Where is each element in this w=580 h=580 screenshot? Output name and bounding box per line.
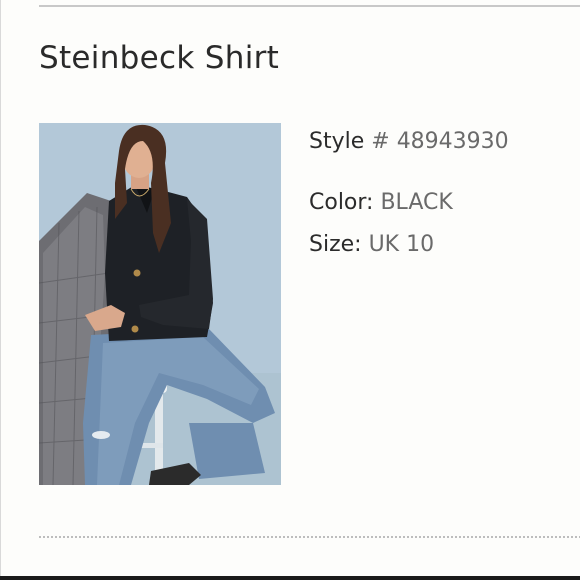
- color-row: Color: BLACK: [309, 189, 453, 217]
- product-photo-illustration: [39, 123, 281, 485]
- style-number: 48943930: [396, 129, 509, 154]
- style-row: Style # 48943930: [309, 128, 509, 156]
- size-value: UK 10: [368, 232, 435, 257]
- product-title: Steinbeck Shirt: [39, 40, 280, 76]
- product-card: Steinbeck Shirt Style # 48943930 Color: …: [0, 0, 580, 580]
- bottom-edge-bar: [0, 576, 580, 580]
- style-label: Style: [309, 129, 365, 154]
- color-value: BLACK: [380, 190, 453, 215]
- style-number-symbol: #: [364, 129, 397, 154]
- product-photo[interactable]: [39, 123, 281, 485]
- size-row: Size: UK 10: [309, 231, 434, 259]
- bottom-divider: [39, 536, 580, 538]
- size-label: Size:: [309, 232, 369, 257]
- color-label: Color:: [309, 190, 381, 215]
- top-divider: [39, 5, 580, 7]
